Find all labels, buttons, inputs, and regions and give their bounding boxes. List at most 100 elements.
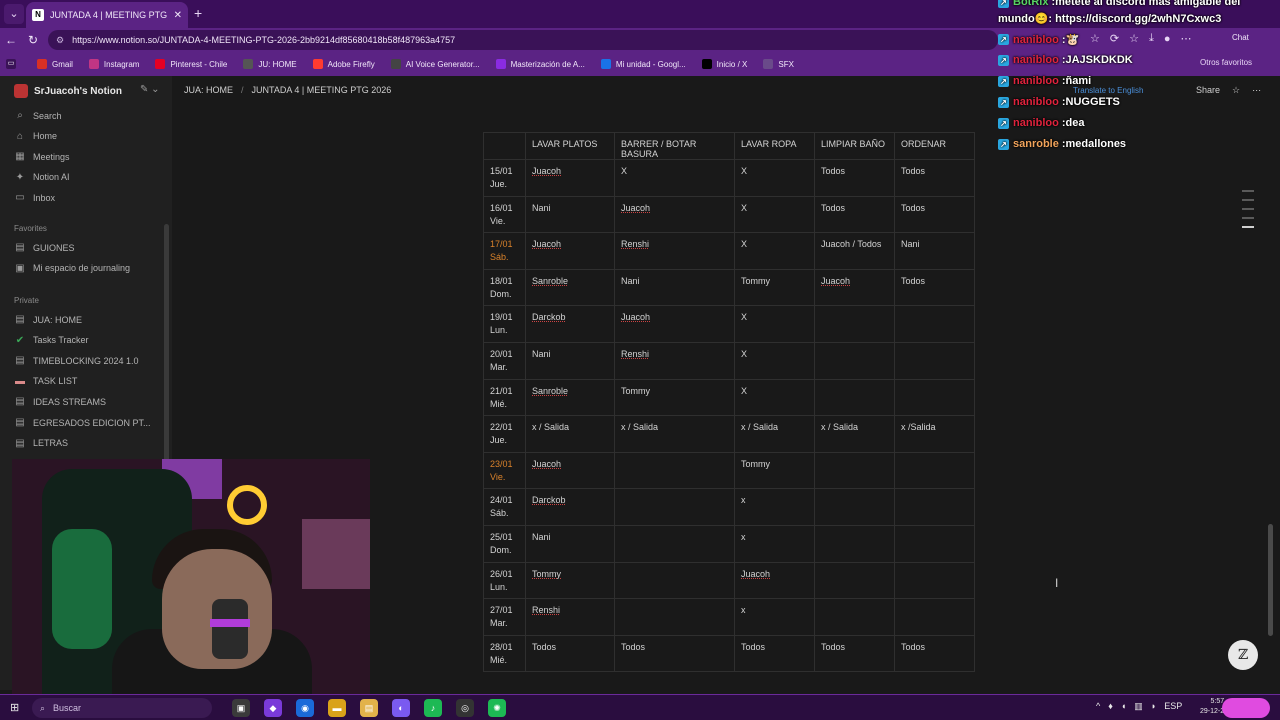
- date-cell[interactable]: 20/01 Mar.: [483, 341, 526, 380]
- bookmark-item[interactable]: Masterización de A...: [495, 59, 585, 69]
- bookmark-item[interactable]: Inicio / X: [701, 59, 747, 69]
- table-cell[interactable]: x: [734, 488, 815, 526]
- sidebar-item[interactable]: ▤ EGRESADOS EDICION PT...: [14, 417, 150, 428]
- table-cell[interactable]: [814, 561, 895, 600]
- bookmark-toggle[interactable]: ▭: [6, 59, 21, 69]
- date-cell[interactable]: 16/01 Vie.: [483, 195, 526, 234]
- date-cell[interactable]: 17/01 Sáb.: [483, 232, 526, 270]
- table-cell[interactable]: [614, 524, 735, 563]
- date-cell[interactable]: 28/01 Mié.: [483, 634, 526, 673]
- bookmark-item[interactable]: Adobe Firefly: [312, 59, 375, 69]
- table-cell[interactable]: [894, 561, 975, 600]
- table-cell[interactable]: Todos: [734, 634, 815, 673]
- tray-expand-icon[interactable]: ^: [1096, 701, 1100, 712]
- date-cell[interactable]: 19/01 Lun.: [483, 305, 526, 343]
- volume-icon[interactable]: ◗: [1151, 701, 1156, 712]
- table-cell[interactable]: [614, 561, 735, 600]
- sidebar-item[interactable]: ⌕ Search: [14, 110, 61, 121]
- table-cell[interactable]: Juacoh: [614, 195, 735, 234]
- edge-icon[interactable]: ◉: [296, 699, 314, 717]
- notes-icon[interactable]: ▤: [360, 699, 378, 717]
- windows-start-icon[interactable]: ⊞: [10, 701, 19, 714]
- notion-ai-help-button[interactable]: ℤ: [1228, 640, 1258, 670]
- network-icon[interactable]: ▥: [1134, 701, 1143, 712]
- table-cell[interactable]: X: [734, 341, 815, 380]
- browser-tab-active[interactable]: N JUNTADA 4 | MEETING PTG 2026 ✕: [26, 2, 188, 28]
- sidebar-item[interactable]: ▭ Inbox: [14, 192, 55, 203]
- sidebar-item[interactable]: ⌂ Home: [14, 131, 57, 142]
- mic-icon[interactable]: ♦: [1108, 701, 1113, 712]
- date-cell[interactable]: 18/01 Dom.: [483, 268, 526, 307]
- table-cell[interactable]: [894, 341, 975, 380]
- obs-icon[interactable]: ◎: [456, 699, 474, 717]
- table-cell[interactable]: x: [734, 598, 815, 636]
- table-cell[interactable]: X: [734, 305, 815, 343]
- column-header[interactable]: BARRER / BOTAR BASURA: [614, 132, 735, 160]
- table-cell[interactable]: Renshi: [614, 232, 735, 270]
- reload-icon[interactable]: ↻: [22, 33, 44, 47]
- bookmark-item[interactable]: SFX: [763, 59, 794, 69]
- table-cell[interactable]: Juacoh: [525, 232, 615, 270]
- table-cell[interactable]: Todos: [814, 634, 895, 673]
- site-info-icon[interactable]: ⚙: [56, 35, 64, 46]
- table-cell[interactable]: [894, 524, 975, 563]
- table-cell[interactable]: x / Salida: [814, 415, 895, 453]
- table-cell[interactable]: Juacoh: [614, 305, 735, 343]
- table-cell[interactable]: Todos: [814, 195, 895, 234]
- table-cell[interactable]: [814, 305, 895, 343]
- tab-search-button[interactable]: ⌄: [4, 4, 24, 24]
- bookmark-item[interactable]: AI Voice Generator...: [390, 59, 480, 69]
- column-header[interactable]: ORDENAR: [894, 132, 975, 160]
- table-cell[interactable]: Nani: [525, 195, 615, 234]
- date-cell[interactable]: 23/01 Vie.: [483, 451, 526, 490]
- table-cell[interactable]: X: [734, 378, 815, 417]
- table-cell[interactable]: [814, 488, 895, 526]
- table-cell[interactable]: Sanroble: [525, 268, 615, 307]
- sidebar-item[interactable]: ▦ Meetings: [14, 151, 69, 162]
- table-cell[interactable]: Todos: [894, 268, 975, 307]
- table-cell[interactable]: [614, 451, 735, 490]
- sidebar-item[interactable]: ▤ GUIONES: [14, 242, 74, 253]
- table-cell[interactable]: [814, 378, 895, 417]
- column-header[interactable]: LAVAR PLATOS: [525, 132, 615, 160]
- table-cell[interactable]: Nani: [614, 268, 735, 307]
- date-cell[interactable]: 25/01 Dom.: [483, 524, 526, 563]
- table-cell[interactable]: Juacoh / Todos: [814, 232, 895, 270]
- back-icon[interactable]: ←: [0, 33, 22, 47]
- table-cell[interactable]: [814, 598, 895, 636]
- taskbar-search[interactable]: ⌕ Buscar: [32, 698, 212, 718]
- language-indicator[interactable]: ESP: [1164, 701, 1182, 712]
- bookmark-item[interactable]: Pinterest - Chile: [155, 59, 227, 69]
- table-cell[interactable]: [894, 305, 975, 343]
- date-cell[interactable]: 26/01 Lun.: [483, 561, 526, 600]
- sidebar-item[interactable]: ▬ TASK LIST: [14, 376, 77, 387]
- table-cell[interactable]: x: [734, 524, 815, 563]
- table-cell[interactable]: X: [734, 232, 815, 270]
- table-cell[interactable]: Nani: [525, 341, 615, 380]
- table-cell[interactable]: Tommy: [614, 378, 735, 417]
- new-page-icon[interactable]: ✎ ⌄: [140, 84, 160, 95]
- sidebar-item[interactable]: ▤ IDEAS STREAMS: [14, 396, 106, 407]
- table-cell[interactable]: Juacoh: [525, 159, 615, 197]
- bookmark-item[interactable]: Gmail: [37, 59, 73, 69]
- date-cell[interactable]: 22/01 Jue.: [483, 415, 526, 453]
- date-cell[interactable]: 24/01 Sáb.: [483, 488, 526, 526]
- table-cell[interactable]: [894, 598, 975, 636]
- table-cell[interactable]: Juacoh: [734, 561, 815, 600]
- spotify-icon[interactable]: ♪: [424, 699, 442, 717]
- sidebar-item[interactable]: ▤ TIMEBLOCKING 2024 1.0: [14, 355, 138, 366]
- page-scrollbar[interactable]: [1268, 524, 1273, 636]
- chatgpt-icon[interactable]: ✺: [488, 699, 506, 717]
- bookmark-item[interactable]: Instagram: [88, 59, 139, 69]
- workspace-switcher[interactable]: SrJuacoh's Notion: [14, 84, 122, 98]
- sidebar-scrollbar[interactable]: [164, 224, 169, 464]
- table-cell[interactable]: x / Salida: [525, 415, 615, 453]
- table-cell[interactable]: Todos: [894, 195, 975, 234]
- table-cell[interactable]: [894, 488, 975, 526]
- table-cell[interactable]: [814, 451, 895, 490]
- table-cell[interactable]: Renshi: [525, 598, 615, 636]
- table-cell[interactable]: Todos: [814, 159, 895, 197]
- new-tab-button[interactable]: +: [194, 5, 202, 21]
- table-cell[interactable]: Juacoh: [814, 268, 895, 307]
- table-cell[interactable]: Todos: [894, 634, 975, 673]
